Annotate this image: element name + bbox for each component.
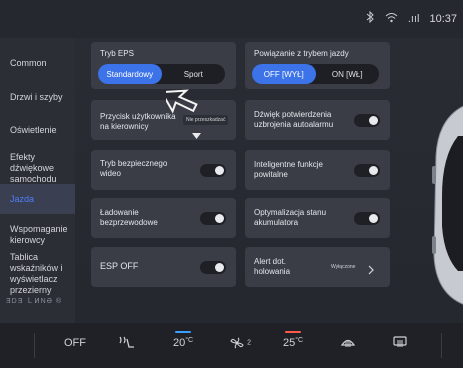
divider [34, 333, 35, 358]
esp-card: ESP OFF [91, 247, 236, 287]
brand-logo: ƎDƎ ＬͶNƏ ® [6, 298, 62, 305]
battery-optimization-toggle[interactable] [354, 212, 380, 225]
smart-welcome-toggle[interactable] [354, 164, 380, 177]
wireless-charge-card: Ładowanie bezprzewodowe [91, 198, 236, 238]
chevron-right-icon [368, 262, 374, 280]
battery-optimization-label: Optymalizacja stanu akumulatora [254, 208, 327, 227]
wireless-charge-toggle[interactable] [200, 212, 226, 225]
fan-icon [230, 337, 247, 352]
sidebar: Common Drzwi i szyby Oświetlenie Efekty … [0, 38, 75, 323]
bluetooth-icon [366, 10, 375, 26]
wireless-charge-label: Ładowanie bezprzewodowe [100, 208, 158, 227]
right-temp-value: 25 [283, 337, 296, 349]
status-icons: .ııl 10:37 [366, 10, 457, 26]
sidebar-item-cluster-hud[interactable]: Tablica wskaźników i wyświetlacz przezie… [0, 252, 75, 295]
sidebar-item-sound-effects[interactable]: Efekty dźwiękowe samochodu [0, 152, 75, 184]
sidebar-item-common[interactable]: Common [0, 52, 75, 74]
smart-welcome-label: Inteligentne funkcje powitalne [254, 160, 323, 179]
toggle-knob [215, 263, 224, 272]
climate-bar: OFF 20°C 2 25°C [0, 323, 463, 368]
toggle-knob [215, 166, 224, 175]
alarm-sound-toggle[interactable] [354, 114, 380, 127]
user-button-card[interactable]: Przycisk użytkownika na kierownicy Nie p… [91, 100, 236, 140]
drive-link-option-off[interactable]: OFF [WYŁ] [252, 64, 316, 84]
esp-toggle[interactable] [200, 261, 226, 274]
fan-speed-button[interactable]: 2 [230, 337, 251, 352]
toggle-knob [215, 214, 224, 223]
safe-video-label: Tryb bezpiecznego wideo [100, 159, 168, 178]
left-temp-accent [175, 331, 191, 333]
safe-video-card: Tryb bezpiecznego wideo [91, 150, 236, 190]
left-temp-value: 20 [173, 337, 186, 349]
eps-segmented-control: Standardowy Sport [98, 64, 225, 84]
fan-level: 2 [247, 339, 251, 347]
settings-screen: .ııl 10:37 Common Drzwi i szyby Oświetle… [0, 0, 463, 368]
climate-off-button[interactable]: OFF [64, 337, 86, 349]
drive-link-title: Powiązanie z trybem jazdy [254, 49, 349, 58]
status-bar: .ııl 10:37 [0, 0, 463, 38]
defrost-rear-icon[interactable] [392, 336, 408, 351]
defrost-front-icon[interactable] [340, 336, 356, 351]
alarm-sound-label: Dźwięk potwierdzenia uzbrojenia autoalar… [254, 110, 334, 129]
alarm-sound-card: Dźwięk potwierdzenia uzbrojenia autoalar… [245, 100, 390, 140]
drive-link-segmented-control: OFF [WYŁ] ON [WŁ] [252, 64, 379, 84]
clock: 10:37 [429, 12, 457, 25]
safe-video-toggle[interactable] [200, 164, 226, 177]
eps-option-sport[interactable]: Sport [162, 64, 226, 84]
right-temp-unit: °C [295, 337, 304, 344]
toggle-knob [369, 166, 378, 175]
car-top-view-image [428, 96, 463, 311]
sidebar-item-driver-assist[interactable]: Wspomaganie kierowcy [0, 220, 75, 250]
drive-link-option-on[interactable]: ON [WŁ] [316, 64, 380, 84]
tow-alert-value: Wyłączone [331, 264, 356, 270]
chevron-down-icon [192, 126, 201, 144]
left-temp-unit: °C [185, 337, 194, 344]
signal-indicator: .ııl [407, 12, 420, 25]
right-temp-accent [285, 331, 301, 333]
sidebar-item-driving[interactable]: Jazda [0, 184, 75, 214]
tow-alert-card[interactable]: Alert dot. holowania Wyłączone [245, 247, 390, 287]
eps-mode-card: Tryb EPS Standardowy Sport [91, 42, 236, 89]
smart-welcome-card: Inteligentne funkcje powitalne [245, 150, 390, 190]
left-temperature[interactable]: 20°C [173, 337, 193, 349]
sidebar-item-lighting[interactable]: Oświetlenie [0, 119, 75, 141]
seat-heat-icon[interactable] [117, 335, 135, 352]
toggle-knob [369, 214, 378, 223]
eps-title: Tryb EPS [100, 49, 134, 58]
tow-alert-label: Alert dot. holowania [254, 257, 291, 276]
drive-mode-link-card: Powiązanie z trybem jazdy OFF [WYŁ] ON [… [245, 42, 390, 89]
divider [441, 333, 442, 358]
toggle-knob [369, 116, 378, 125]
battery-optimization-card: Optymalizacja stanu akumulatora [245, 198, 390, 238]
esp-label: ESP OFF [100, 261, 139, 271]
eps-option-standard[interactable]: Standardowy [98, 64, 162, 84]
sidebar-item-doors-windows[interactable]: Drzwi i szyby [0, 86, 75, 108]
right-temperature[interactable]: 25°C [283, 337, 303, 349]
wifi-icon [385, 12, 398, 26]
cursor-arrow-icon [159, 82, 212, 123]
